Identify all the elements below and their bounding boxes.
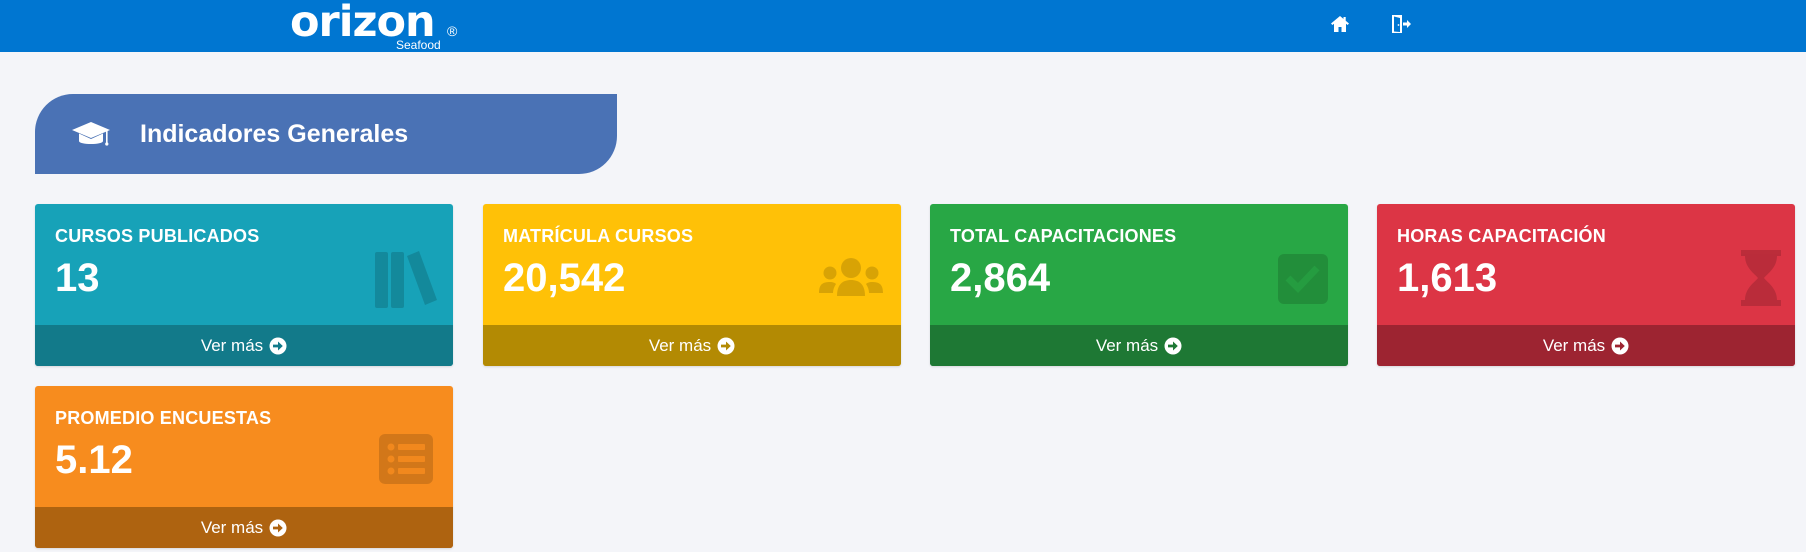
card-matricula-cursos: MATRÍCULA CURSOS 20,542 Ver más bbox=[483, 204, 901, 366]
ver-mas-label: Ver más bbox=[200, 335, 264, 355]
arrow-circle-right-icon bbox=[269, 519, 287, 536]
card-title: TOTAL CAPACITACIONES bbox=[950, 226, 1177, 246]
ver-mas-link[interactable]: Ver más bbox=[1377, 325, 1795, 366]
card-value: 5.12 bbox=[55, 438, 133, 482]
ver-mas-link[interactable]: Ver más bbox=[35, 507, 453, 548]
graduation-cap-icon bbox=[72, 122, 110, 146]
card-horas-capacitacion: HORAS CAPACITACIÓN 1,613 Ver más bbox=[1377, 204, 1795, 366]
card-total-capacitaciones: TOTAL CAPACITACIONES 2,864 Ver más bbox=[930, 204, 1348, 366]
arrow-circle-right-icon bbox=[1611, 337, 1629, 354]
users-icon bbox=[819, 258, 883, 296]
ver-mas-label: Ver más bbox=[648, 335, 712, 355]
ver-mas-link[interactable]: Ver más bbox=[930, 325, 1348, 366]
books-icon bbox=[375, 251, 437, 308]
ver-mas-label: Ver más bbox=[1095, 335, 1159, 355]
list-icon bbox=[379, 434, 433, 484]
card-value: 20,542 bbox=[503, 256, 626, 300]
hourglass-icon bbox=[1741, 250, 1781, 306]
arrow-circle-right-icon bbox=[269, 337, 287, 354]
ver-mas-link[interactable]: Ver más bbox=[483, 325, 901, 366]
sign-out-icon[interactable] bbox=[1389, 12, 1413, 36]
logo-registered-mark: ® bbox=[447, 23, 458, 39]
home-icon[interactable] bbox=[1328, 12, 1352, 36]
card-promedio-encuestas: PROMEDIO ENCUESTAS 5.12 Ver más bbox=[35, 386, 453, 548]
card-title: MATRÍCULA CURSOS bbox=[503, 226, 694, 246]
ver-mas-label: Ver más bbox=[200, 517, 264, 537]
card-value: 2,864 bbox=[950, 256, 1051, 300]
card-value: 1,613 bbox=[1397, 256, 1498, 300]
check-square-icon bbox=[1278, 254, 1328, 304]
logo-subtitle: Seafood bbox=[396, 38, 441, 52]
card-cursos-publicados: CURSOS PUBLICADOS 13 Ver más bbox=[35, 204, 453, 366]
card-value: 13 bbox=[55, 256, 100, 300]
arrow-circle-right-icon bbox=[1164, 337, 1182, 354]
arrow-circle-right-icon bbox=[717, 337, 735, 354]
orizon-logo[interactable]: orizon ® Seafood bbox=[290, 0, 465, 52]
card-title: CURSOS PUBLICADOS bbox=[55, 226, 260, 246]
top-navbar: orizon ® Seafood bbox=[0, 0, 1806, 52]
card-title: HORAS CAPACITACIÓN bbox=[1397, 226, 1606, 246]
section-title: Indicadores Generales bbox=[140, 120, 409, 148]
ver-mas-link[interactable]: Ver más bbox=[35, 325, 453, 366]
ver-mas-label: Ver más bbox=[1542, 335, 1606, 355]
card-title: PROMEDIO ENCUESTAS bbox=[55, 408, 272, 428]
section-header: Indicadores Generales bbox=[35, 94, 617, 174]
